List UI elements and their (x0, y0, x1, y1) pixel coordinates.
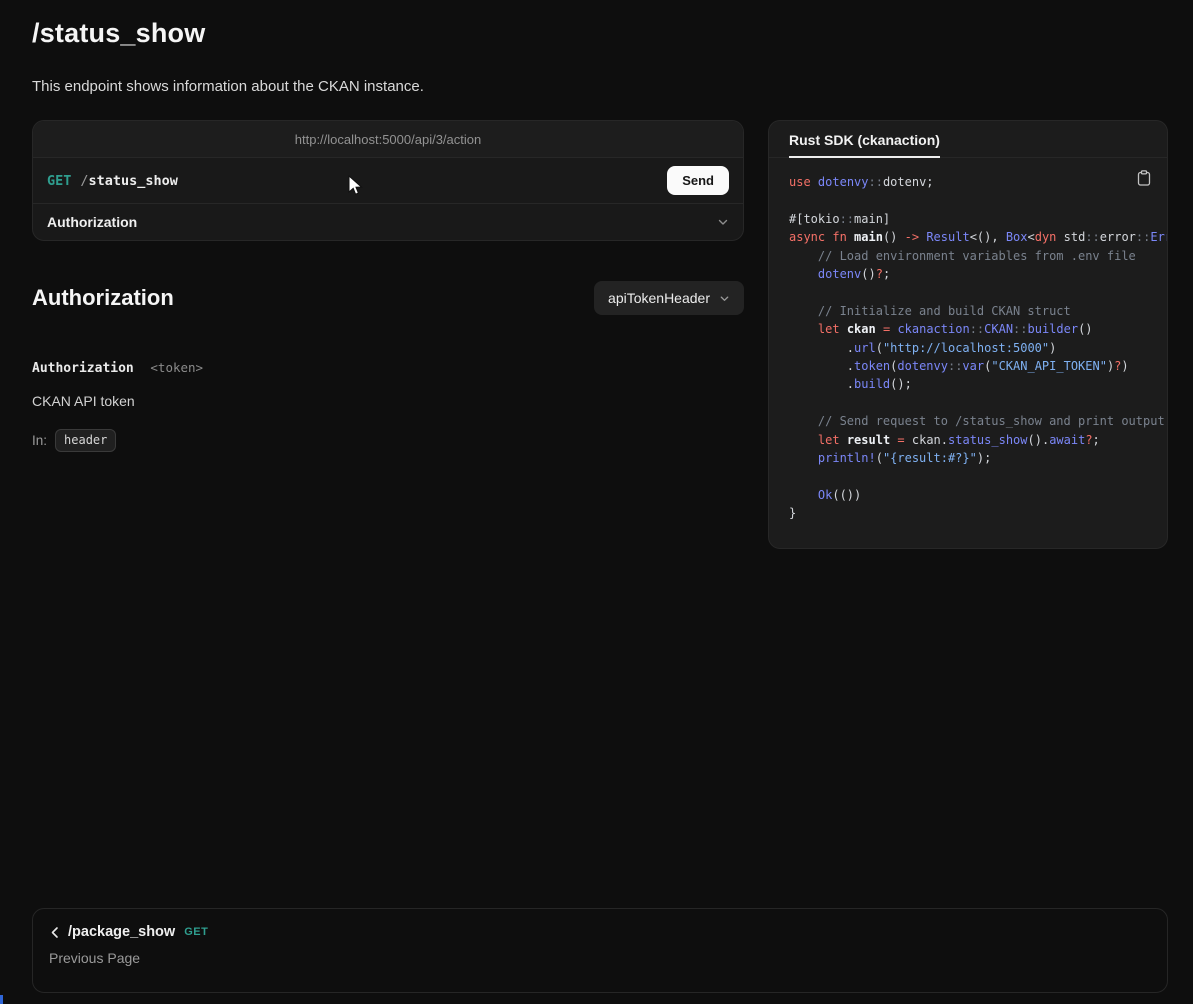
auth-scheme-dropdown[interactable]: apiTokenHeader (594, 281, 744, 315)
http-method-label: GET (47, 173, 71, 189)
left-column: http://localhost:5000/api/3/action GET /… (32, 120, 744, 452)
path-name: status_show (89, 173, 178, 189)
copy-code-button[interactable] (1137, 170, 1151, 189)
code-sample-card: Rust SDK (ckanaction) use dotenvy::doten… (768, 120, 1168, 549)
base-url-bar[interactable]: http://localhost:5000/api/3/action (33, 121, 743, 158)
auth-in-row: In: header (32, 429, 744, 452)
chevron-down-icon (717, 216, 729, 228)
code-card-header: Rust SDK (ckanaction) (769, 121, 1167, 158)
authorization-heading-row: Authorization apiTokenHeader (32, 281, 744, 315)
code-sample-tab[interactable]: Rust SDK (ckanaction) (789, 132, 940, 158)
auth-param-name: Authorization (32, 361, 134, 376)
authorization-row-label: Authorization (47, 214, 137, 230)
endpoint-path: /status_show (80, 173, 178, 189)
scroll-indicator (0, 995, 3, 1004)
authorization-collapse-row[interactable]: Authorization (33, 203, 743, 240)
code-body: use dotenvy::dotenv; #[tokio::main] asyn… (769, 158, 1167, 548)
request-row: GET /status_show Send (33, 158, 743, 203)
chevron-down-icon (719, 293, 730, 304)
auth-param-description: CKAN API token (32, 393, 744, 409)
in-value-badge: header (55, 429, 116, 452)
previous-page-label: Previous Page (49, 950, 1151, 966)
send-button[interactable]: Send (667, 166, 729, 195)
page-title: /status_show (32, 18, 1168, 49)
previous-page-title: /package_show (68, 924, 175, 940)
previous-page-row: /package_show GET (49, 924, 1151, 940)
endpoint-description: This endpoint shows information about th… (32, 78, 1168, 95)
chevron-left-icon (49, 926, 61, 939)
in-label: In: (32, 433, 47, 448)
clipboard-icon (1137, 170, 1151, 186)
request-card: http://localhost:5000/api/3/action GET /… (32, 120, 744, 241)
authorization-section-heading: Authorization (32, 285, 174, 311)
content-row: http://localhost:5000/api/3/action GET /… (32, 120, 1168, 549)
auth-scheme-selected: apiTokenHeader (608, 290, 710, 306)
previous-page-method: GET (184, 926, 208, 938)
auth-param-token-placeholder: <token> (150, 360, 203, 375)
path-slash: / (80, 173, 88, 189)
previous-page-link[interactable]: /package_show GET Previous Page (32, 908, 1168, 993)
code-block: use dotenvy::dotenv; #[tokio::main] asyn… (789, 173, 1167, 523)
right-column: Rust SDK (ckanaction) use dotenvy::doten… (768, 120, 1168, 549)
auth-param-row: Authorization <token> (32, 357, 744, 376)
